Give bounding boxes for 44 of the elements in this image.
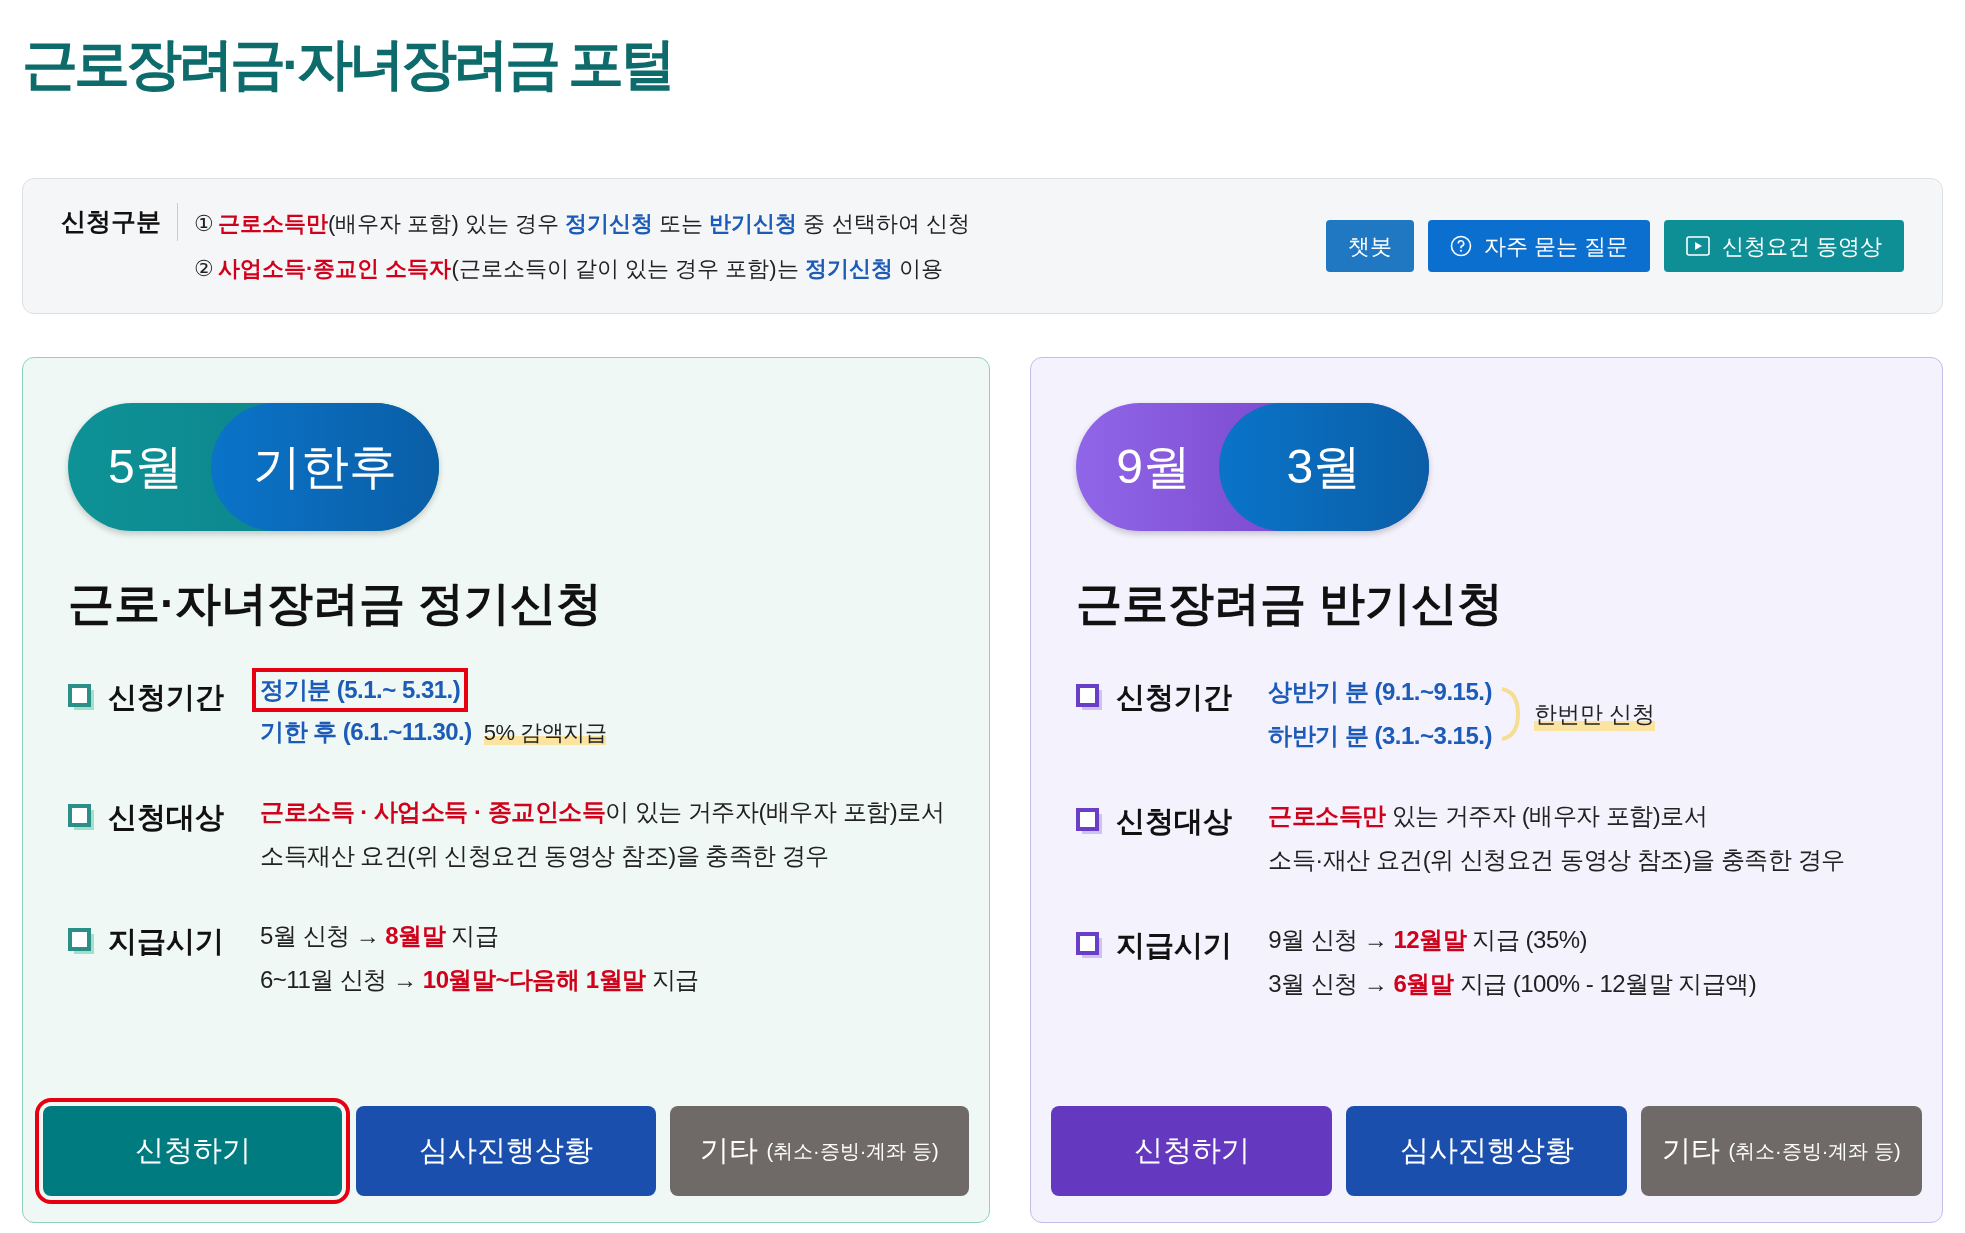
square-bullet-icon bbox=[1076, 807, 1105, 836]
info-line: 소득재산 요건(위 신청요건 동영상 참조)을 충족한 경우 bbox=[260, 841, 829, 871]
status-button[interactable]: 심사진행상황 bbox=[1346, 1106, 1628, 1196]
video-button[interactable]: 신청요건 동영상 bbox=[1663, 220, 1904, 272]
square-bullet-icon bbox=[68, 803, 96, 832]
square-bullet-icon bbox=[68, 683, 96, 712]
badge-pill: 3월 bbox=[1218, 403, 1429, 531]
other-button[interactable]: 기타 (취소·증빙·계좌 등) bbox=[1641, 1106, 1922, 1196]
info-line: 5월 신청 → 8월말 지급 bbox=[260, 921, 499, 951]
notice-line: ② 사업소득·종교인 소득자(근로소득이 같이 있는 경우 포함)는 정기신청 이용 bbox=[194, 255, 944, 283]
info-line: 근로소득만 있는 거주자 (배우자 포함)로서 bbox=[1268, 801, 1708, 831]
other-button[interactable]: 기타 (취소·증빙·계좌 등) bbox=[669, 1106, 970, 1196]
faq-button[interactable]: 자주 묻는 질문 bbox=[1427, 220, 1650, 272]
card-title: 근로장려금 반기신청 bbox=[1076, 576, 1504, 631]
notice-line: ① 근로소득만(배우자 포함) 있는 경우 정기신청 또는 반기신청 중 선택하여 신청 bbox=[194, 210, 970, 238]
help-icon bbox=[1449, 235, 1472, 257]
status-button[interactable]: 심사진행상황 bbox=[356, 1106, 656, 1196]
row-label: 지급시기 bbox=[1116, 928, 1233, 963]
row-label: 신청기간 bbox=[1116, 680, 1233, 715]
apply-button[interactable]: 신청하기 bbox=[1051, 1106, 1333, 1196]
info-line: 근로소득 · 사업소득 · 종교인소득이 있는 거주자(배우자 포함)로서 bbox=[260, 797, 945, 827]
badge-pill: 기한후 bbox=[210, 403, 439, 531]
chatbot-button[interactable]: 챗봇 bbox=[1325, 220, 1414, 272]
row-label: 지급시기 bbox=[108, 924, 224, 959]
card-title: 근로·자녀장려금 정기신청 bbox=[68, 576, 604, 631]
info-line: 3월 신청 → 6월말 지급 (100% - 12월말 지급액) bbox=[1268, 969, 1757, 999]
info-line: 상반기 분 (9.1.~9.15.) bbox=[1268, 677, 1492, 707]
page-title: 근로장려금·자녀장려금 포털 bbox=[22, 31, 674, 97]
info-line: 9월 신청 → 12월말 지급 (35%) bbox=[1268, 925, 1588, 955]
info-line: 하반기 분 (3.1.~3.15.) bbox=[1268, 721, 1492, 751]
play-icon bbox=[1685, 236, 1710, 256]
info-line: 소득·재산 요건(위 신청요건 동영상 참조)을 충족한 경우 bbox=[1268, 845, 1845, 875]
badge-label: 5월 bbox=[107, 439, 184, 495]
badge-label: 9월 bbox=[1115, 439, 1192, 495]
row-label: 신청대상 bbox=[108, 800, 224, 835]
square-bullet-icon bbox=[1076, 683, 1105, 712]
info-line: 기한 후 (6.1.~11.30.) 5% 감액지급 bbox=[260, 717, 607, 747]
bracket-icon bbox=[1499, 686, 1522, 742]
row-label: 신청기간 bbox=[108, 680, 224, 715]
notice-label: 신청구분 bbox=[61, 203, 178, 241]
square-bullet-icon bbox=[1076, 931, 1105, 960]
square-bullet-icon bbox=[68, 927, 96, 956]
row-label: 신청대상 bbox=[1116, 804, 1233, 839]
info-line: 6~11월 신청 → 10월말~다음해 1월말 지급 bbox=[260, 965, 699, 995]
